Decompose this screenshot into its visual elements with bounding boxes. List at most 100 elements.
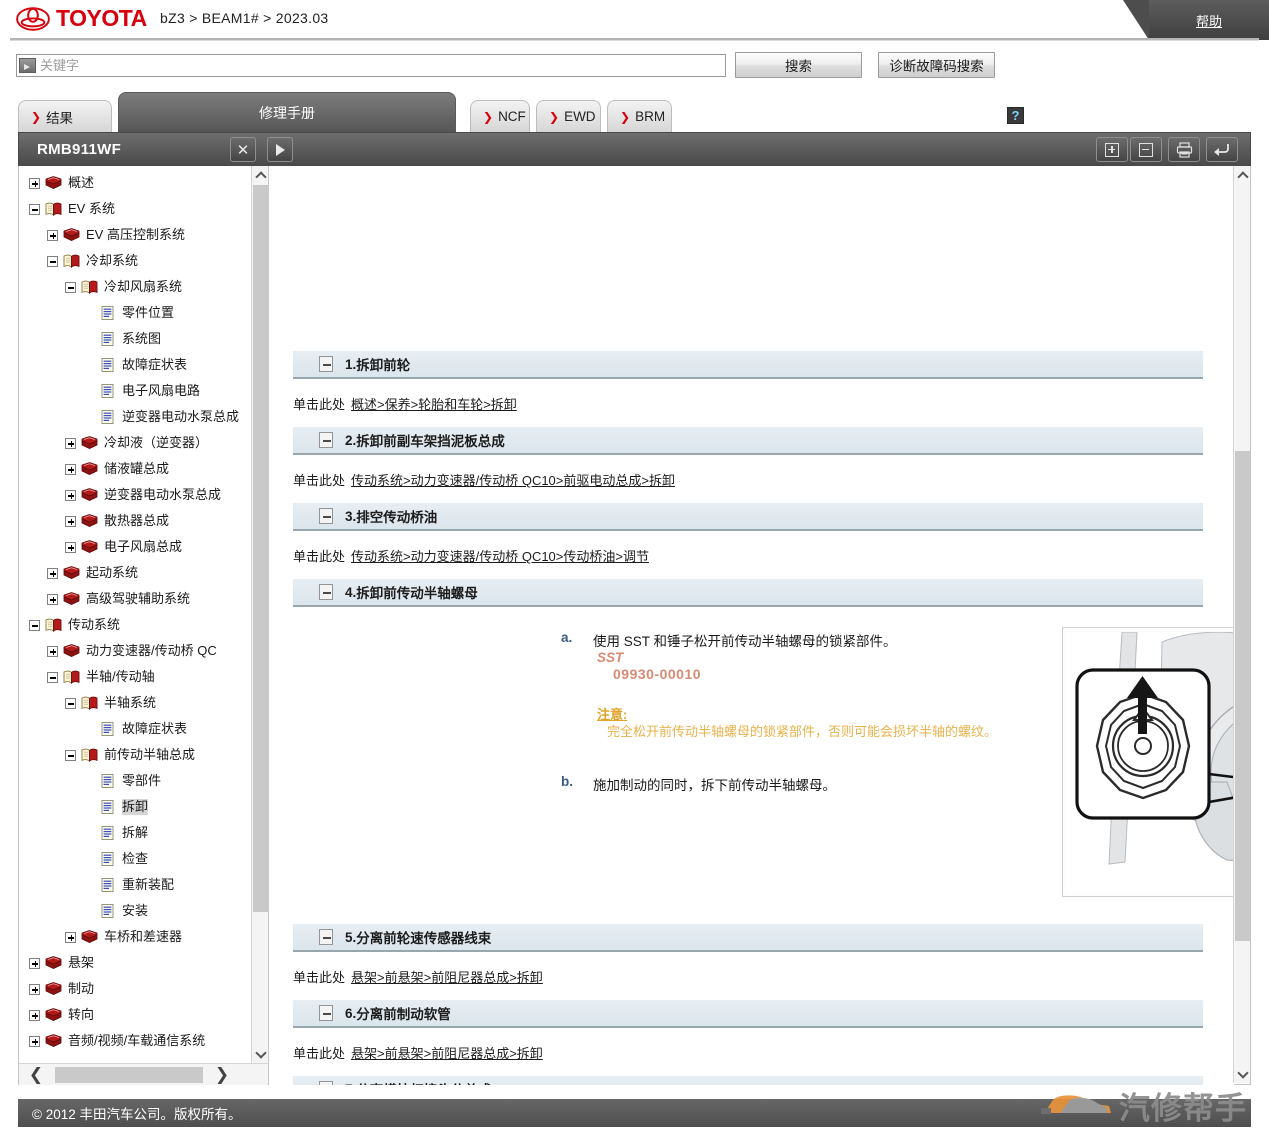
tree-item[interactable]: 检查 <box>19 846 251 872</box>
scroll-left-icon[interactable]: ❮ <box>23 1064 49 1086</box>
step-header[interactable]: 1. 拆卸前轮 <box>293 350 1203 379</box>
help-button[interactable]: 帮助 <box>1123 0 1269 40</box>
content-scroll-up-icon[interactable] <box>1234 166 1251 184</box>
scroll-right-icon[interactable]: ❯ <box>209 1064 235 1086</box>
tab-brm[interactable]: ❯ BRM <box>607 100 672 132</box>
tab-ewd[interactable]: ❯ EWD <box>536 100 601 132</box>
tree-item[interactable]: 车桥和差速器 <box>19 924 251 950</box>
tree-item[interactable]: 零部件 <box>19 768 251 794</box>
tree-item[interactable]: 悬架 <box>19 950 251 976</box>
content-scroll-down-icon[interactable] <box>1234 1065 1251 1083</box>
tree-item[interactable]: EV 系统 <box>19 196 251 222</box>
dtc-search-button[interactable]: 诊断故障码搜索 <box>878 52 995 78</box>
step-header[interactable]: 6. 分离前制动软管 <box>293 999 1203 1028</box>
sidebar-vertical-scrollbar[interactable] <box>251 166 268 1063</box>
scroll-up-icon[interactable] <box>252 166 269 184</box>
tree-item[interactable]: 重新装配 <box>19 872 251 898</box>
content-vertical-scrollbar[interactable] <box>1233 166 1250 1083</box>
expand-all-icon[interactable] <box>1096 137 1128 162</box>
tree-item[interactable]: 逆变器电动水泵总成 <box>19 482 251 508</box>
sidebar-horizontal-scrollbar[interactable]: ❮ ❯ <box>19 1063 268 1085</box>
step-collapse-icon[interactable] <box>319 508 333 524</box>
tree-item[interactable]: 冷却系统 <box>19 248 251 274</box>
procedure-link[interactable]: 悬架>前悬架>前阻尼器总成>拆卸 <box>351 1046 543 1061</box>
search-button[interactable]: 搜索 <box>735 52 862 78</box>
procedure-link[interactable]: 悬架>前悬架>前阻尼器总成>拆卸 <box>351 970 543 985</box>
expand-icon[interactable] <box>29 177 40 189</box>
collapse-icon[interactable] <box>65 749 76 761</box>
collapse-icon[interactable] <box>65 697 76 709</box>
tree-item[interactable]: 拆卸 <box>19 794 251 820</box>
sidebar-hscroll-thumb[interactable] <box>55 1067 203 1083</box>
tree-item[interactable]: 动力变速器/传动桥 QC <box>19 638 251 664</box>
tree-item[interactable]: 故障症状表 <box>19 352 251 378</box>
procedure-link[interactable]: 概述>保养>轮胎和车轮>拆卸 <box>351 397 517 412</box>
tree-item[interactable]: 电子风扇电路 <box>19 378 251 404</box>
expand-icon[interactable] <box>29 957 40 969</box>
tree-item[interactable]: 音频/视频/车载通信系统 <box>19 1028 251 1050</box>
content-scroll-thumb[interactable] <box>1235 451 1250 941</box>
expand-icon[interactable] <box>65 515 76 527</box>
step-collapse-icon[interactable] <box>319 584 333 600</box>
procedure-link[interactable]: 传动系统>动力变速器/传动桥 QC10>前驱电动总成>拆卸 <box>351 473 675 488</box>
tree-item[interactable]: EV 高压控制系统 <box>19 222 251 248</box>
print-icon[interactable] <box>1168 137 1200 162</box>
tree-item[interactable]: 系统图 <box>19 326 251 352</box>
tree-item[interactable]: 制动 <box>19 976 251 1002</box>
step-collapse-icon[interactable] <box>319 432 333 448</box>
navigation-tree[interactable]: 概述 EV 系统 EV 高压控制系统 冷却系统 冷却风扇系统 零件位置 系统图 故障症状表 电子… <box>19 170 251 1050</box>
step-header[interactable]: 3. 排空传动桥油 <box>293 502 1203 531</box>
tree-item[interactable]: 拆解 <box>19 820 251 846</box>
scroll-down-icon[interactable] <box>252 1045 269 1063</box>
collapse-icon[interactable] <box>47 255 58 267</box>
expand-icon[interactable] <box>47 567 58 579</box>
tree-item[interactable]: 高级驾驶辅助系统 <box>19 586 251 612</box>
expand-icon[interactable] <box>65 931 76 943</box>
expand-icon[interactable] <box>65 489 76 501</box>
tree-item[interactable]: 转向 <box>19 1002 251 1028</box>
step-collapse-icon[interactable] <box>319 1005 333 1021</box>
keyword-field-wrapper[interactable] <box>16 54 726 77</box>
step-collapse-icon[interactable] <box>319 1081 333 1085</box>
tree-item[interactable]: 安装 <box>19 898 251 924</box>
tree-item[interactable]: 零件位置 <box>19 300 251 326</box>
step-header[interactable]: 5. 分离前轮速传感器线束 <box>293 923 1203 952</box>
search-input[interactable] <box>36 56 725 75</box>
tab-repair-manual[interactable]: 修理手册 <box>118 92 456 132</box>
close-icon[interactable]: ✕ <box>230 137 256 162</box>
collapse-icon[interactable] <box>47 671 58 683</box>
tree-item[interactable]: 起动系统 <box>19 560 251 586</box>
step-header[interactable]: 2. 拆卸前副车架挡泥板总成 <box>293 426 1203 455</box>
tab-results[interactable]: ❯ 结果 <box>18 100 112 132</box>
tree-item[interactable]: 前传动半轴总成 <box>19 742 251 768</box>
tab-ncf[interactable]: ❯ NCF <box>470 100 530 132</box>
tree-item[interactable]: 储液罐总成 <box>19 456 251 482</box>
expand-icon[interactable] <box>65 463 76 475</box>
sidebar-scroll-thumb[interactable] <box>253 185 268 912</box>
tree-item[interactable]: 散热器总成 <box>19 508 251 534</box>
tree-item[interactable]: 半轴系统 <box>19 690 251 716</box>
back-icon[interactable] <box>1206 137 1238 162</box>
tree-item[interactable]: 故障症状表 <box>19 716 251 742</box>
collapse-all-icon[interactable] <box>1130 137 1162 162</box>
expand-icon[interactable] <box>29 1009 40 1021</box>
tree-item[interactable]: 冷却风扇系统 <box>19 274 251 300</box>
collapse-icon[interactable] <box>65 281 76 293</box>
collapse-icon[interactable] <box>29 619 40 631</box>
tree-item[interactable]: 冷却液（逆变器） <box>19 430 251 456</box>
tree-item[interactable]: 逆变器电动水泵总成 <box>19 404 251 430</box>
play-icon[interactable] <box>267 137 293 162</box>
tree-item[interactable]: 传动系统 <box>19 612 251 638</box>
expand-icon[interactable] <box>47 229 58 241</box>
expand-icon[interactable] <box>47 593 58 605</box>
expand-icon[interactable] <box>29 983 40 995</box>
step-collapse-icon[interactable] <box>319 356 333 372</box>
tree-item[interactable]: 半轴/传动轴 <box>19 664 251 690</box>
expand-icon[interactable] <box>65 437 76 449</box>
tree-item[interactable]: 电子风扇总成 <box>19 534 251 560</box>
expand-icon[interactable] <box>47 645 58 657</box>
step-header[interactable]: 4. 拆卸前传动半轴螺母 <box>293 578 1203 607</box>
expand-icon[interactable] <box>65 541 76 553</box>
step-header[interactable]: 7.分离横拉杆接头分总成 <box>293 1075 1203 1085</box>
procedure-link[interactable]: 传动系统>动力变速器/传动桥 QC10>传动桥油>调节 <box>351 549 649 564</box>
